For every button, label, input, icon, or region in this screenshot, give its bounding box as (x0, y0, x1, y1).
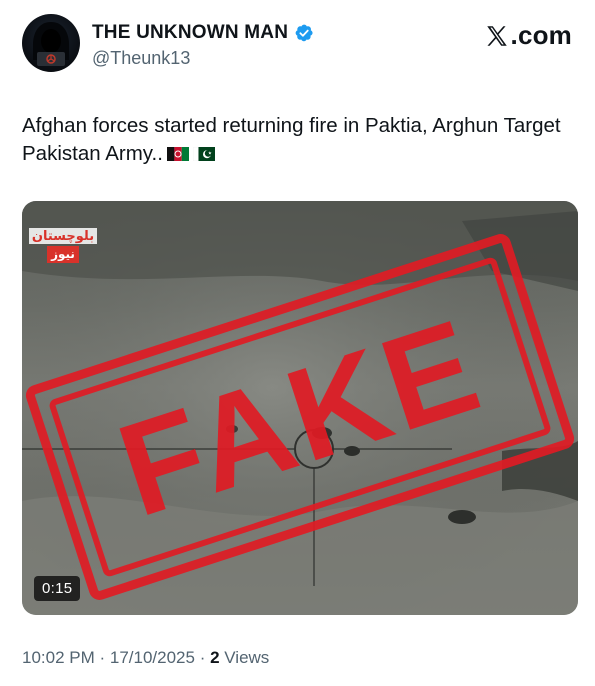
author-name[interactable]: THE UNKNOWN MAN (92, 22, 288, 44)
views-count[interactable]: 2 (210, 648, 219, 668)
x-logo-icon (486, 25, 507, 46)
pakistan-flag-icon (192, 147, 215, 161)
brand-label: .com (510, 20, 572, 50)
author-handle[interactable]: @Theunk13 (92, 48, 190, 69)
channel-logo: بلوچستان نیوز (28, 219, 98, 271)
channel-logo-top: بلوچستان (28, 227, 98, 244)
avatar[interactable] (22, 14, 80, 72)
tweet-date[interactable]: 17/10/2025 (110, 648, 195, 668)
video-duration: 0:15 (34, 576, 81, 601)
verified-badge-icon[interactable] (294, 23, 314, 43)
tweet-text: Afghan forces started returning fire in … (22, 112, 572, 168)
video-frame (22, 201, 578, 615)
meta-separator-2: · (194, 648, 211, 667)
tweet-meta: 10:02 PM · 17/10/2025 · 2 Views (22, 648, 269, 668)
hooded-hacker-icon (33, 22, 69, 66)
afghanistan-flag-icon (166, 147, 189, 161)
channel-logo-bottom: نیوز (47, 245, 79, 263)
meta-separator: · (94, 648, 110, 667)
tweet-body: Afghan forces started returning fire in … (22, 114, 561, 165)
tweet-time[interactable]: 10:02 PM (22, 648, 95, 668)
views-label: Views (219, 648, 270, 667)
tweet-header: THE UNKNOWN MAN @Theunk13 .com (22, 14, 572, 78)
video-player[interactable]: بلوچستان نیوز FAKE 0:15 (22, 201, 578, 615)
brand: .com (484, 20, 572, 51)
